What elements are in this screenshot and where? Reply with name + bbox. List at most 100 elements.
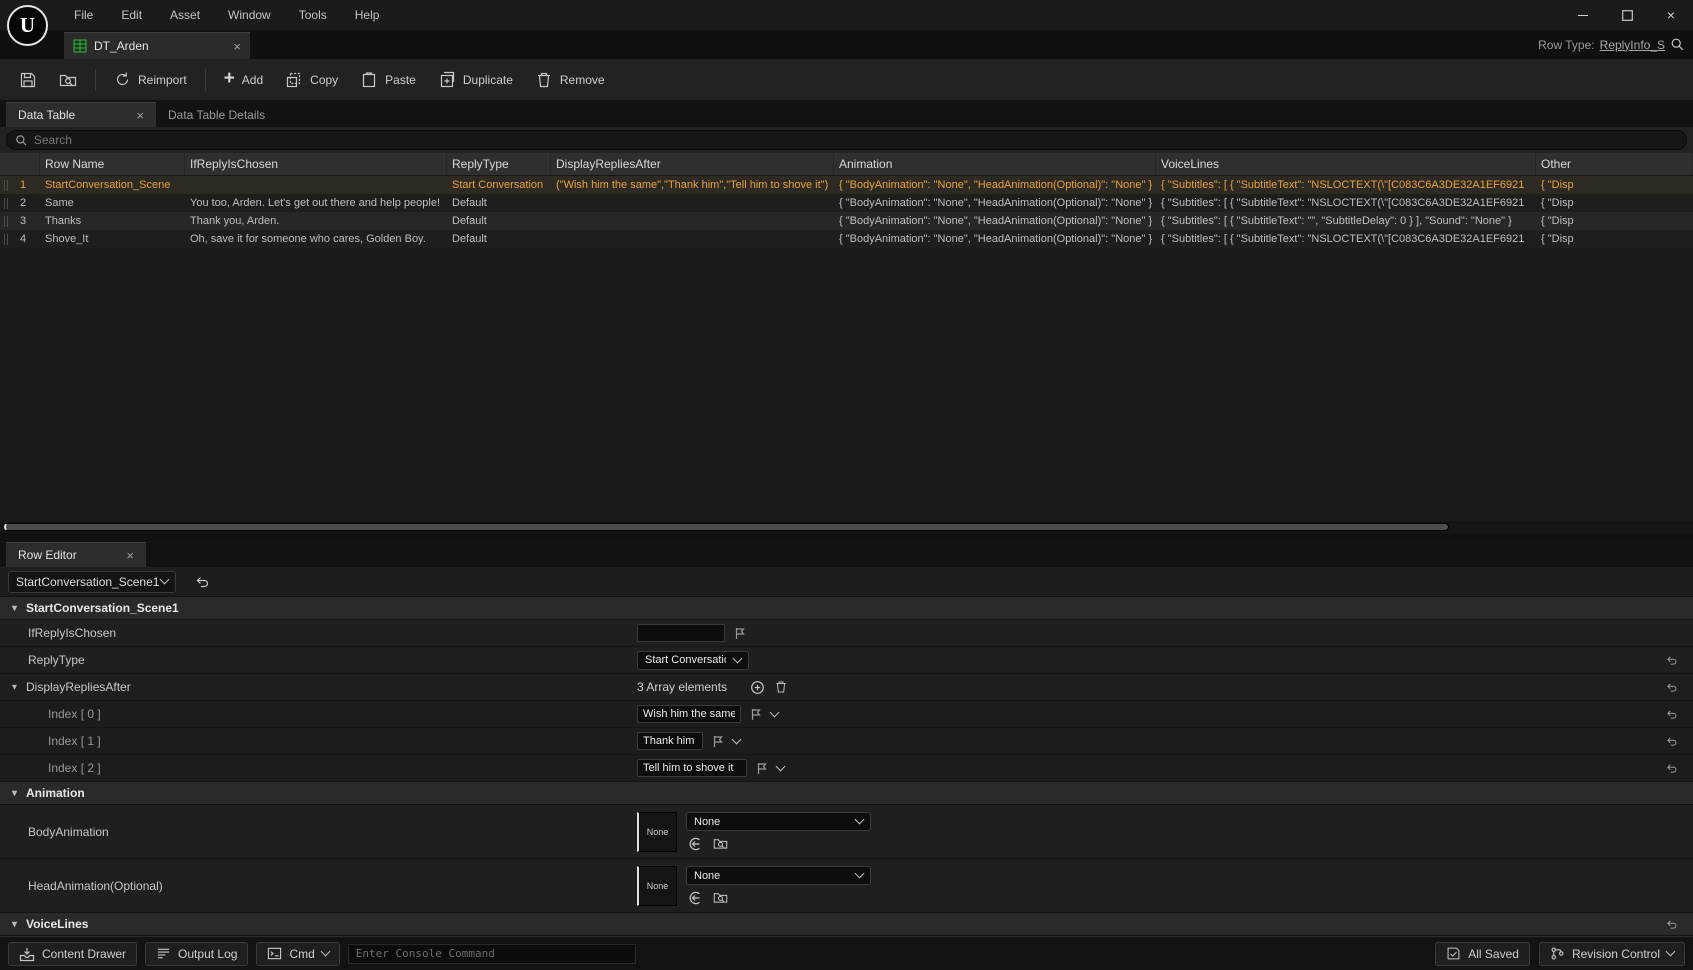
close-button[interactable]: × <box>1649 0 1693 30</box>
cell-voicelines: { "Subtitles": [ { "SubtitleText": "NSLO… <box>1161 233 1525 245</box>
revision-control-button[interactable]: Revision Control <box>1538 941 1685 966</box>
reimport-button[interactable]: Reimport <box>103 63 198 97</box>
console-command-input[interactable] <box>347 943 636 964</box>
column-header-replytype[interactable]: ReplyType <box>447 153 551 175</box>
section-header-startconversation-scene1[interactable]: ▾ StartConversation_Scene1 <box>0 597 1693 620</box>
flag-icon[interactable] <box>734 627 746 640</box>
flag-icon[interactable] <box>712 735 724 748</box>
panel-splitter[interactable] <box>0 533 1693 541</box>
column-header-animation[interactable]: Animation <box>834 153 1156 175</box>
asset-thumbnail[interactable]: None <box>637 865 677 906</box>
asset-thumbnail[interactable]: None <box>637 811 677 852</box>
horizontal-scrollbar[interactable] <box>0 521 1693 533</box>
toolbar-separator <box>204 68 206 91</box>
search-field[interactable] <box>6 130 1687 150</box>
add-button[interactable]: + Add <box>213 63 274 97</box>
remove-button[interactable]: Remove <box>524 63 616 97</box>
column-header-displayrepliesafter[interactable]: DisplayRepliesAfter <box>551 153 834 175</box>
remove-label: Remove <box>559 72 605 87</box>
index-0-input[interactable] <box>637 705 741 723</box>
menu-tools[interactable]: Tools <box>285 0 341 30</box>
browse-to-asset-icon[interactable] <box>713 836 728 851</box>
menu-asset[interactable]: Asset <box>156 0 214 30</box>
expander-icon[interactable]: ▾ <box>12 919 26 930</box>
add-label: Add <box>241 72 264 87</box>
clear-array-icon[interactable] <box>774 680 788 694</box>
row-number: 4 <box>20 233 27 245</box>
index-2-input[interactable] <box>637 759 747 777</box>
close-tab-icon[interactable]: × <box>126 549 134 562</box>
table-row-startconversation[interactable]: 1 StartConversation_Scene Start Conversa… <box>0 176 1693 194</box>
expander-icon[interactable]: ▾ <box>12 682 26 693</box>
headanimation-dropdown[interactable]: None <box>686 866 871 885</box>
tab-data-table-label: Data Table <box>18 108 76 122</box>
bodyanimation-dropdown[interactable]: None <box>686 812 871 831</box>
ifreplyischosen-input[interactable] <box>637 624 725 642</box>
column-header-row-name[interactable]: Row Name <box>40 153 185 175</box>
index-1-input[interactable] <box>637 732 703 750</box>
replytype-dropdown[interactable]: Start Conversation <box>637 650 749 670</box>
asset-tab-dt-arden[interactable]: DT_Arden × <box>64 32 250 59</box>
all-saved-button[interactable]: All Saved <box>1435 941 1530 966</box>
row-grip-icon[interactable] <box>4 197 8 209</box>
save-button[interactable] <box>8 63 48 97</box>
paste-button[interactable]: Paste <box>349 63 427 97</box>
search-input[interactable] <box>33 133 1678 147</box>
copy-button[interactable]: Copy <box>274 63 349 97</box>
menu-help[interactable]: Help <box>341 0 394 30</box>
reset-to-default-icon[interactable] <box>1665 654 1678 667</box>
use-selected-asset-icon[interactable] <box>688 891 702 905</box>
table-row-shove-it[interactable]: 4 Shove_It Oh, save it for someone who c… <box>0 230 1693 248</box>
reset-to-default-icon[interactable] <box>1665 681 1678 694</box>
browse-to-asset-icon[interactable] <box>713 890 728 905</box>
row-type-link[interactable]: ReplyInfo_S <box>1600 38 1665 52</box>
reset-to-default-icon[interactable] <box>1665 762 1678 775</box>
scrollbar-thumb[interactable] <box>4 523 1449 531</box>
table-row-same[interactable]: 2 Same You too, Arden. Let's get out the… <box>0 194 1693 212</box>
save-icon <box>20 72 36 87</box>
output-log-icon <box>157 948 170 959</box>
maximize-button[interactable] <box>1605 0 1649 30</box>
reset-to-default-icon[interactable] <box>1665 918 1678 931</box>
reset-to-default-icon[interactable] <box>1665 708 1678 721</box>
menu-window[interactable]: Window <box>214 0 285 30</box>
chevron-down-icon[interactable] <box>731 734 742 744</box>
undo-icon[interactable] <box>194 574 210 590</box>
expander-icon[interactable]: ▾ <box>12 603 26 614</box>
tab-data-table[interactable]: Data Table × <box>6 102 156 127</box>
row-grip-icon[interactable] <box>4 233 8 245</box>
column-header-other[interactable]: Other <box>1536 153 1693 175</box>
chevron-down-icon[interactable] <box>775 761 786 771</box>
close-tab-icon[interactable]: × <box>233 40 241 53</box>
row-grip-icon[interactable] <box>4 215 8 227</box>
tab-row-editor[interactable]: Row Editor × <box>6 542 146 567</box>
add-array-element-icon[interactable] <box>750 680 765 695</box>
column-header-ifreplyischosen[interactable]: IfReplyIsChosen <box>185 153 447 175</box>
search-icon[interactable] <box>1670 37 1685 52</box>
cmd-button[interactable]: Cmd <box>256 941 340 966</box>
flag-icon[interactable] <box>756 762 768 775</box>
table-row-thanks[interactable]: 3 Thanks Thank you, Arden. Default { "Bo… <box>0 212 1693 230</box>
column-header-voicelines[interactable]: VoiceLines <box>1156 153 1536 175</box>
flag-icon[interactable] <box>750 708 762 721</box>
section-header-voicelines[interactable]: ▾ VoiceLines <box>0 913 1693 936</box>
chevron-down-icon[interactable] <box>769 707 780 717</box>
duplicate-button[interactable]: Duplicate <box>427 63 524 97</box>
use-selected-asset-icon[interactable] <box>688 837 702 851</box>
section-header-animation[interactable]: ▾ Animation <box>0 782 1693 805</box>
reset-to-default-icon[interactable] <box>1665 735 1678 748</box>
cmd-icon <box>268 947 282 960</box>
row-grip-icon[interactable] <box>4 179 8 191</box>
minimize-button[interactable] <box>1561 0 1605 30</box>
minimize-icon <box>1578 14 1588 16</box>
expander-icon[interactable]: ▾ <box>12 788 26 799</box>
menu-file[interactable]: File <box>60 0 107 30</box>
tab-data-table-details[interactable]: Data Table Details <box>156 102 277 127</box>
property-row-index-1: Index [ 1 ] <box>0 728 1693 755</box>
browse-to-asset-button[interactable] <box>48 63 88 97</box>
close-tab-icon[interactable]: × <box>136 109 144 122</box>
output-log-button[interactable]: Output Log <box>145 941 249 966</box>
row-selector-dropdown[interactable]: StartConversation_Scene1 <box>8 570 176 593</box>
menu-edit[interactable]: Edit <box>107 0 156 30</box>
content-drawer-button[interactable]: Content Drawer <box>8 941 138 966</box>
